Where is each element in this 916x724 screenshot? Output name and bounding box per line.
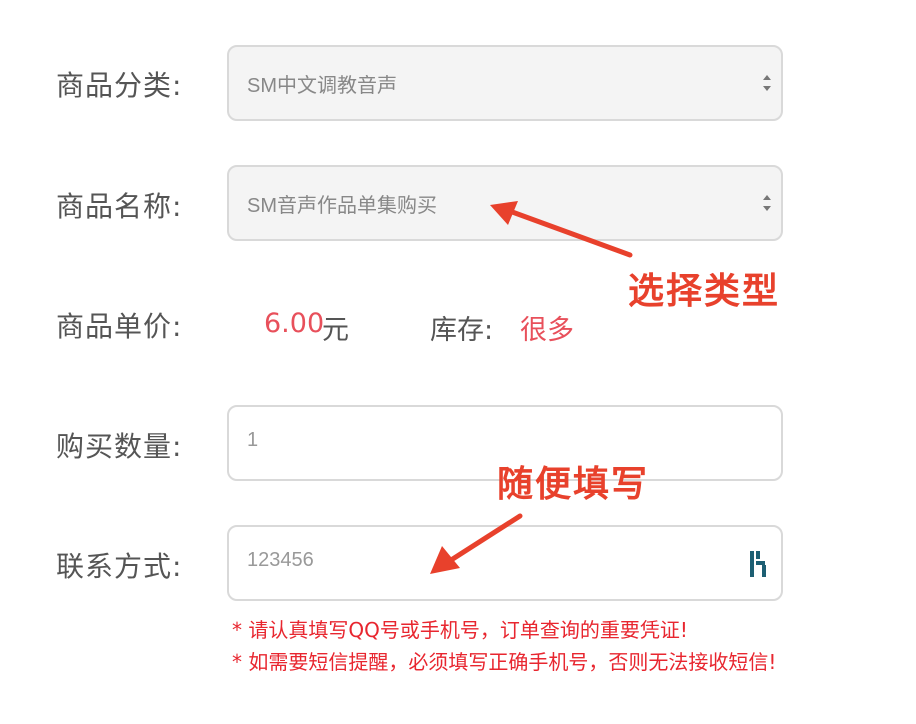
stock-label: 库存: bbox=[430, 315, 494, 346]
note-line-1: * 请认真填写QQ号或手机号，订单查询的重要凭证! bbox=[232, 618, 688, 642]
quantity-label: 购买数量: bbox=[56, 430, 183, 463]
stock-value: 很多 bbox=[520, 315, 574, 346]
select-arrows-icon bbox=[763, 195, 771, 211]
category-label: 商品分类: bbox=[56, 69, 183, 102]
select-type-annotation: 选择类型 bbox=[628, 271, 781, 312]
contact-placeholder: 123456 bbox=[247, 549, 314, 571]
contact-label: 联系方式: bbox=[56, 550, 183, 583]
select-type-arrow bbox=[490, 201, 633, 258]
product-name-selected-value: SM音声作品单集购买 bbox=[247, 195, 437, 217]
price-unit: 元 bbox=[322, 315, 349, 346]
price-value: 6.00 bbox=[264, 308, 325, 339]
quantity-placeholder: 1 bbox=[247, 429, 259, 451]
fill-anything-annotation: 随便填写 bbox=[497, 464, 650, 505]
category-select[interactable]: SM中文调教音声 bbox=[227, 45, 783, 121]
select-arrows-icon bbox=[763, 75, 771, 91]
fill-anything-arrow bbox=[430, 513, 523, 574]
category-selected-value: SM中文调教音声 bbox=[247, 75, 397, 97]
price-label: 商品单价: bbox=[56, 310, 183, 343]
password-manager-icon[interactable] bbox=[747, 549, 769, 579]
product-name-label: 商品名称: bbox=[56, 190, 183, 223]
note-line-2: * 如需要短信提醒，必须填写正确手机号，否则无法接收短信! bbox=[232, 650, 777, 674]
